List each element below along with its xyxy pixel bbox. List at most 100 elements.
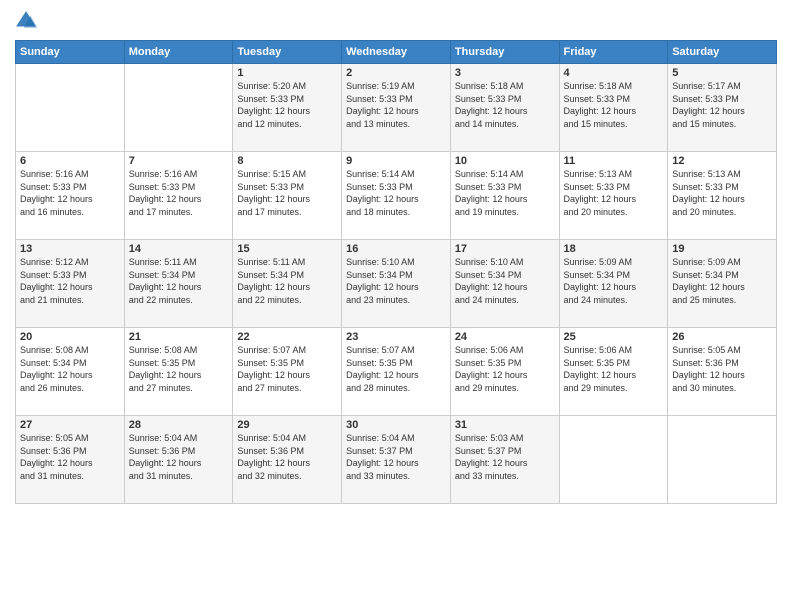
- calendar-cell: 23Sunrise: 5:07 AM Sunset: 5:35 PM Dayli…: [342, 328, 451, 416]
- header-day-wednesday: Wednesday: [342, 41, 451, 64]
- calendar-cell: 24Sunrise: 5:06 AM Sunset: 5:35 PM Dayli…: [450, 328, 559, 416]
- day-number: 22: [237, 331, 337, 343]
- logo-icon: [15, 10, 37, 32]
- header-day-monday: Monday: [124, 41, 233, 64]
- day-number: 17: [455, 243, 555, 255]
- day-info: Sunrise: 5:10 AM Sunset: 5:34 PM Dayligh…: [346, 256, 446, 306]
- calendar-cell: 5Sunrise: 5:17 AM Sunset: 5:33 PM Daylig…: [668, 64, 777, 152]
- day-info: Sunrise: 5:14 AM Sunset: 5:33 PM Dayligh…: [455, 168, 555, 218]
- calendar-cell: [124, 64, 233, 152]
- day-number: 8: [237, 155, 337, 167]
- header-day-sunday: Sunday: [16, 41, 125, 64]
- day-info: Sunrise: 5:06 AM Sunset: 5:35 PM Dayligh…: [455, 344, 555, 394]
- calendar-cell: 15Sunrise: 5:11 AM Sunset: 5:34 PM Dayli…: [233, 240, 342, 328]
- day-info: Sunrise: 5:05 AM Sunset: 5:36 PM Dayligh…: [672, 344, 772, 394]
- day-number: 10: [455, 155, 555, 167]
- calendar-cell: 28Sunrise: 5:04 AM Sunset: 5:36 PM Dayli…: [124, 416, 233, 504]
- day-number: 1: [237, 67, 337, 79]
- day-number: 14: [129, 243, 229, 255]
- day-number: 30: [346, 419, 446, 431]
- day-number: 31: [455, 419, 555, 431]
- calendar-cell: 25Sunrise: 5:06 AM Sunset: 5:35 PM Dayli…: [559, 328, 668, 416]
- day-info: Sunrise: 5:09 AM Sunset: 5:34 PM Dayligh…: [564, 256, 664, 306]
- header-row-days: SundayMondayTuesdayWednesdayThursdayFrid…: [16, 41, 777, 64]
- day-number: 29: [237, 419, 337, 431]
- calendar-cell: 1Sunrise: 5:20 AM Sunset: 5:33 PM Daylig…: [233, 64, 342, 152]
- day-number: 15: [237, 243, 337, 255]
- day-number: 2: [346, 67, 446, 79]
- week-row-2: 13Sunrise: 5:12 AM Sunset: 5:33 PM Dayli…: [16, 240, 777, 328]
- calendar-cell: 7Sunrise: 5:16 AM Sunset: 5:33 PM Daylig…: [124, 152, 233, 240]
- day-info: Sunrise: 5:18 AM Sunset: 5:33 PM Dayligh…: [564, 80, 664, 130]
- calendar-cell: 17Sunrise: 5:10 AM Sunset: 5:34 PM Dayli…: [450, 240, 559, 328]
- calendar-cell: 30Sunrise: 5:04 AM Sunset: 5:37 PM Dayli…: [342, 416, 451, 504]
- day-number: 21: [129, 331, 229, 343]
- calendar-cell: 21Sunrise: 5:08 AM Sunset: 5:35 PM Dayli…: [124, 328, 233, 416]
- day-info: Sunrise: 5:08 AM Sunset: 5:34 PM Dayligh…: [20, 344, 120, 394]
- day-number: 13: [20, 243, 120, 255]
- day-number: 16: [346, 243, 446, 255]
- day-info: Sunrise: 5:08 AM Sunset: 5:35 PM Dayligh…: [129, 344, 229, 394]
- day-info: Sunrise: 5:13 AM Sunset: 5:33 PM Dayligh…: [672, 168, 772, 218]
- day-number: 6: [20, 155, 120, 167]
- day-number: 20: [20, 331, 120, 343]
- header-day-tuesday: Tuesday: [233, 41, 342, 64]
- day-info: Sunrise: 5:05 AM Sunset: 5:36 PM Dayligh…: [20, 432, 120, 482]
- day-info: Sunrise: 5:13 AM Sunset: 5:33 PM Dayligh…: [564, 168, 664, 218]
- day-info: Sunrise: 5:18 AM Sunset: 5:33 PM Dayligh…: [455, 80, 555, 130]
- day-info: Sunrise: 5:17 AM Sunset: 5:33 PM Dayligh…: [672, 80, 772, 130]
- calendar-cell: [668, 416, 777, 504]
- calendar-body: 1Sunrise: 5:20 AM Sunset: 5:33 PM Daylig…: [16, 64, 777, 504]
- day-number: 26: [672, 331, 772, 343]
- day-number: 11: [564, 155, 664, 167]
- day-number: 23: [346, 331, 446, 343]
- header-day-saturday: Saturday: [668, 41, 777, 64]
- calendar-cell: 8Sunrise: 5:15 AM Sunset: 5:33 PM Daylig…: [233, 152, 342, 240]
- day-info: Sunrise: 5:20 AM Sunset: 5:33 PM Dayligh…: [237, 80, 337, 130]
- calendar-cell: 2Sunrise: 5:19 AM Sunset: 5:33 PM Daylig…: [342, 64, 451, 152]
- day-info: Sunrise: 5:04 AM Sunset: 5:36 PM Dayligh…: [129, 432, 229, 482]
- calendar-cell: 4Sunrise: 5:18 AM Sunset: 5:33 PM Daylig…: [559, 64, 668, 152]
- calendar-cell: 16Sunrise: 5:10 AM Sunset: 5:34 PM Dayli…: [342, 240, 451, 328]
- day-number: 9: [346, 155, 446, 167]
- day-info: Sunrise: 5:19 AM Sunset: 5:33 PM Dayligh…: [346, 80, 446, 130]
- calendar-cell: 19Sunrise: 5:09 AM Sunset: 5:34 PM Dayli…: [668, 240, 777, 328]
- day-number: 27: [20, 419, 120, 431]
- calendar-cell: 29Sunrise: 5:04 AM Sunset: 5:36 PM Dayli…: [233, 416, 342, 504]
- day-number: 28: [129, 419, 229, 431]
- calendar-cell: 6Sunrise: 5:16 AM Sunset: 5:33 PM Daylig…: [16, 152, 125, 240]
- header-row: [15, 10, 777, 32]
- week-row-4: 27Sunrise: 5:05 AM Sunset: 5:36 PM Dayli…: [16, 416, 777, 504]
- calendar-cell: 22Sunrise: 5:07 AM Sunset: 5:35 PM Dayli…: [233, 328, 342, 416]
- day-info: Sunrise: 5:03 AM Sunset: 5:37 PM Dayligh…: [455, 432, 555, 482]
- day-number: 19: [672, 243, 772, 255]
- calendar-cell: 31Sunrise: 5:03 AM Sunset: 5:37 PM Dayli…: [450, 416, 559, 504]
- page-container: SundayMondayTuesdayWednesdayThursdayFrid…: [0, 0, 792, 514]
- day-info: Sunrise: 5:16 AM Sunset: 5:33 PM Dayligh…: [129, 168, 229, 218]
- calendar-cell: 3Sunrise: 5:18 AM Sunset: 5:33 PM Daylig…: [450, 64, 559, 152]
- calendar-cell: 27Sunrise: 5:05 AM Sunset: 5:36 PM Dayli…: [16, 416, 125, 504]
- day-info: Sunrise: 5:07 AM Sunset: 5:35 PM Dayligh…: [346, 344, 446, 394]
- calendar-cell: 13Sunrise: 5:12 AM Sunset: 5:33 PM Dayli…: [16, 240, 125, 328]
- week-row-0: 1Sunrise: 5:20 AM Sunset: 5:33 PM Daylig…: [16, 64, 777, 152]
- day-info: Sunrise: 5:11 AM Sunset: 5:34 PM Dayligh…: [237, 256, 337, 306]
- day-number: 25: [564, 331, 664, 343]
- day-info: Sunrise: 5:06 AM Sunset: 5:35 PM Dayligh…: [564, 344, 664, 394]
- day-info: Sunrise: 5:09 AM Sunset: 5:34 PM Dayligh…: [672, 256, 772, 306]
- day-number: 5: [672, 67, 772, 79]
- day-info: Sunrise: 5:07 AM Sunset: 5:35 PM Dayligh…: [237, 344, 337, 394]
- day-number: 7: [129, 155, 229, 167]
- calendar-cell: 12Sunrise: 5:13 AM Sunset: 5:33 PM Dayli…: [668, 152, 777, 240]
- calendar-cell: 11Sunrise: 5:13 AM Sunset: 5:33 PM Dayli…: [559, 152, 668, 240]
- calendar-cell: 20Sunrise: 5:08 AM Sunset: 5:34 PM Dayli…: [16, 328, 125, 416]
- day-number: 12: [672, 155, 772, 167]
- calendar-table: SundayMondayTuesdayWednesdayThursdayFrid…: [15, 40, 777, 504]
- day-number: 4: [564, 67, 664, 79]
- calendar-cell: 10Sunrise: 5:14 AM Sunset: 5:33 PM Dayli…: [450, 152, 559, 240]
- day-info: Sunrise: 5:10 AM Sunset: 5:34 PM Dayligh…: [455, 256, 555, 306]
- day-number: 18: [564, 243, 664, 255]
- day-info: Sunrise: 5:04 AM Sunset: 5:36 PM Dayligh…: [237, 432, 337, 482]
- calendar-cell: 9Sunrise: 5:14 AM Sunset: 5:33 PM Daylig…: [342, 152, 451, 240]
- calendar-cell: 18Sunrise: 5:09 AM Sunset: 5:34 PM Dayli…: [559, 240, 668, 328]
- day-info: Sunrise: 5:11 AM Sunset: 5:34 PM Dayligh…: [129, 256, 229, 306]
